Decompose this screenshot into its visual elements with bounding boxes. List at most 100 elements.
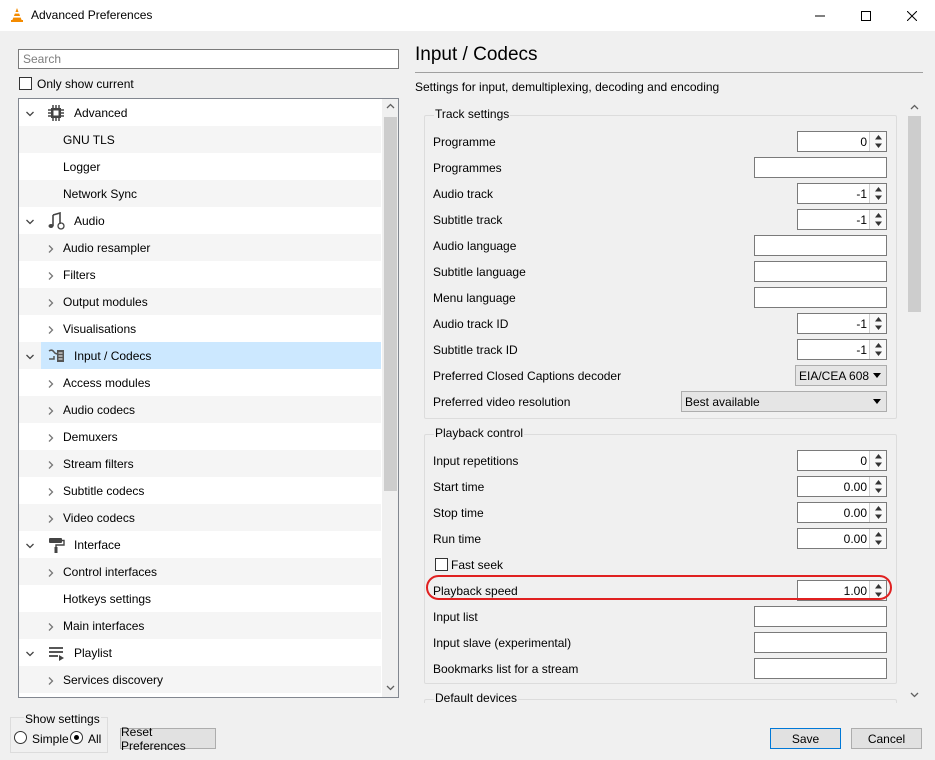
subtitle-track-spinbox[interactable]: -1 — [797, 209, 887, 230]
audio-language-label: Audio language — [433, 239, 517, 253]
tree-item[interactable]: Network Sync — [19, 180, 381, 207]
chevron-right-icon[interactable] — [46, 243, 56, 253]
simple-radio[interactable] — [14, 731, 27, 744]
menu-language-label: Menu language — [433, 291, 516, 305]
spin-arrows-icon[interactable] — [869, 503, 886, 522]
tree-item[interactable]: Access modules — [19, 369, 381, 396]
title-bar: Advanced Preferences — [0, 0, 935, 31]
chevron-right-icon[interactable] — [46, 324, 56, 334]
settings-scroll-area[interactable]: Track settings Playback control Default … — [414, 100, 922, 703]
spin-arrows-icon[interactable] — [869, 477, 886, 496]
save-button[interactable]: Save — [770, 728, 841, 749]
programmes-input[interactable] — [754, 157, 887, 178]
chevron-down-icon[interactable] — [25, 648, 35, 658]
tree-item[interactable]: Interface — [19, 531, 381, 558]
tree-item[interactable]: Hotkeys settings — [19, 585, 381, 612]
spin-arrows-icon[interactable] — [869, 340, 886, 359]
chevron-down-icon[interactable] — [25, 216, 35, 226]
subtitle-language-input[interactable] — [754, 261, 887, 282]
subtitle-track-label: Subtitle track — [433, 213, 503, 227]
tree-item[interactable]: Advanced — [19, 99, 381, 126]
chevron-right-icon[interactable] — [46, 513, 56, 523]
title-divider — [415, 72, 923, 73]
menu-language-input[interactable] — [754, 287, 887, 308]
maximize-button[interactable] — [843, 0, 889, 31]
tree-scrollbar-thumb[interactable] — [384, 117, 397, 491]
tree-item[interactable]: Stream filters — [19, 450, 381, 477]
tree-item[interactable]: Logger — [19, 153, 381, 180]
start-time-spinbox[interactable]: 0.00 — [797, 476, 887, 497]
minimize-button[interactable] — [797, 0, 843, 31]
category-tree[interactable]: Advanced GNU TLS Logger Network Sync Audio Au… — [18, 98, 399, 698]
chevron-right-icon[interactable] — [46, 621, 56, 631]
input-repetitions-spinbox[interactable]: 0 — [797, 450, 887, 471]
run-time-value: 0.00 — [843, 532, 867, 546]
playback-speed-highlight-ring — [426, 575, 892, 600]
tree-item[interactable]: Video codecs — [19, 504, 381, 531]
subtitle-track-id-spinbox[interactable]: -1 — [797, 339, 887, 360]
audio-track-spinbox[interactable]: -1 — [797, 183, 887, 204]
spin-arrows-icon[interactable] — [869, 210, 886, 229]
scroll-up-icon[interactable] — [910, 104, 919, 110]
tree-item[interactable]: Output modules — [19, 288, 381, 315]
tree-item[interactable]: Main interfaces — [19, 612, 381, 639]
settings-scrollbar-thumb[interactable] — [908, 116, 921, 312]
tree-item[interactable]: Visualisations — [19, 315, 381, 342]
scroll-up-icon[interactable] — [386, 103, 395, 109]
scroll-down-icon[interactable] — [386, 685, 395, 691]
window-title: Advanced Preferences — [31, 8, 153, 22]
chevron-right-icon[interactable] — [46, 675, 56, 685]
radio-dot — [74, 735, 79, 740]
chevron-right-icon[interactable] — [46, 297, 56, 307]
bookmarks-list-for-a-stream-input[interactable] — [754, 658, 887, 679]
spin-arrows-icon[interactable] — [869, 451, 886, 470]
chevron-down-icon[interactable] — [25, 108, 35, 118]
audio-track-id-spinbox[interactable]: -1 — [797, 313, 887, 334]
close-button[interactable] — [889, 0, 935, 31]
paint-roller-icon — [47, 536, 65, 554]
spin-arrows-icon[interactable] — [869, 132, 886, 151]
tree-item[interactable]: Audio — [19, 207, 381, 234]
spin-arrows-icon[interactable] — [869, 529, 886, 548]
cancel-button[interactable]: Cancel — [851, 728, 922, 749]
tree-item-label: Network Sync — [63, 187, 138, 201]
tree-item[interactable]: Playlist — [19, 639, 381, 666]
chevron-right-icon[interactable] — [46, 432, 56, 442]
chevron-down-icon[interactable] — [25, 351, 35, 361]
chevron-down-icon[interactable] — [25, 540, 35, 550]
search-input[interactable] — [18, 49, 399, 69]
chevron-right-icon[interactable] — [46, 270, 56, 280]
stop-time-label: Stop time — [433, 506, 484, 520]
tree-item[interactable]: Demuxers — [19, 423, 381, 450]
all-radio[interactable] — [70, 731, 83, 744]
tree-item[interactable]: Audio codecs — [19, 396, 381, 423]
input-list-label: Input list — [433, 610, 478, 624]
tree-item[interactable]: Subtitle codecs — [19, 477, 381, 504]
input-slave-experimental-input[interactable] — [754, 632, 887, 653]
only-show-current-checkbox[interactable] — [19, 77, 32, 90]
chevron-right-icon[interactable] — [46, 567, 56, 577]
chevron-right-icon[interactable] — [46, 459, 56, 469]
preferred-video-resolution-label: Preferred video resolution — [433, 395, 571, 409]
programme-spinbox[interactable]: 0 — [797, 131, 887, 152]
stop-time-spinbox[interactable]: 0.00 — [797, 502, 887, 523]
input-list-input[interactable] — [754, 606, 887, 627]
scroll-down-icon[interactable] — [910, 692, 919, 698]
tree-item[interactable]: Services discovery — [19, 666, 381, 693]
fast-seek-checkbox[interactable] — [435, 558, 448, 571]
spin-arrows-icon[interactable] — [869, 184, 886, 203]
chevron-right-icon[interactable] — [46, 405, 56, 415]
audio-language-input[interactable] — [754, 235, 887, 256]
tree-item[interactable]: Control interfaces — [19, 558, 381, 585]
reset-preferences-button[interactable]: Reset Preferences — [120, 725, 216, 753]
chevron-right-icon[interactable] — [46, 378, 56, 388]
run-time-spinbox[interactable]: 0.00 — [797, 528, 887, 549]
chevron-right-icon[interactable] — [46, 486, 56, 496]
tree-item[interactable]: Input / Codecs — [19, 342, 381, 369]
tree-item[interactable]: Filters — [19, 261, 381, 288]
preferred-closed-captions-decoder-dropdown[interactable]: EIA/CEA 608 — [795, 365, 887, 386]
preferred-video-resolution-dropdown[interactable]: Best available — [681, 391, 887, 412]
tree-item[interactable]: GNU TLS — [19, 126, 381, 153]
tree-item[interactable]: Audio resampler — [19, 234, 381, 261]
spin-arrows-icon[interactable] — [869, 314, 886, 333]
